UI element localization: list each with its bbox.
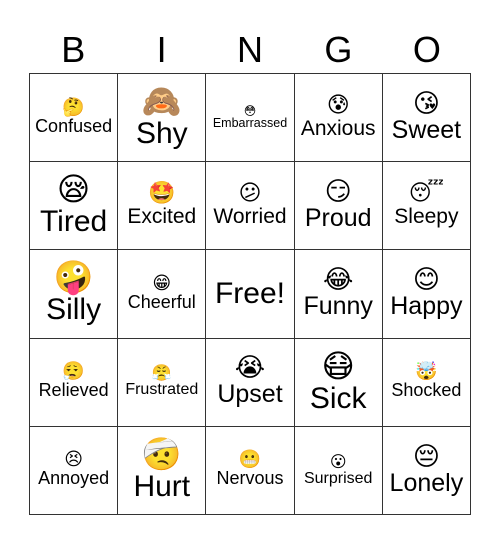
bingo-cell-cheerful[interactable]: 😁 Cheerful [118,250,207,339]
medical-mask-face-icon: 😷 [321,346,355,385]
bingo-cell-tired[interactable]: 😪 Tired [30,162,119,251]
zany-face-icon: 🤪 [53,258,94,297]
bingo-cell-surprised[interactable]: 😮 Surprised [294,426,383,515]
bingo-cell-free[interactable]: Free! [206,250,295,339]
thinking-face-icon: 🤔 [62,96,85,118]
bingo-cell-excited[interactable]: 🤩 Excited [118,162,207,251]
kissing-face-icon: 😘 [412,88,440,119]
bingo-cell-relieved[interactable]: 😮‍💨 Relieved [30,338,119,427]
cell-label: Shocked [391,380,462,401]
header-letter-o: O [412,29,441,70]
cell-label: Lonely [389,468,464,497]
bingo-cell-frustrated[interactable]: 😤 Frustrated [118,338,207,427]
cell-label: Free! [214,277,285,311]
anxious-sweat-face-icon: 😰 [326,93,350,119]
bingo-header: B I N G O [29,28,471,72]
cell-label: Funny [303,292,373,321]
bingo-cell-upset[interactable]: 😭 Upset [206,338,295,427]
cell-label: Upset [217,380,283,409]
bingo-cell-funny[interactable]: 😂 Funny [294,250,383,339]
star-struck-face-icon: 🤩 [148,181,176,207]
confused-face-icon: 😕 [238,181,262,207]
grimacing-face-icon: 😬 [238,449,262,471]
cell-label: Nervous [216,468,284,489]
cell-label: Cheerful [127,292,196,313]
cell-label: Anxious [300,117,376,141]
open-mouth-face-icon: 😮 [329,451,347,471]
cell-label: Embarrassed [212,115,288,130]
bingo-cell-proud[interactable]: 😏 Proud [294,162,383,251]
bingo-cell-worried[interactable]: 😕 Worried [206,162,295,251]
bingo-grid: 🤔 Confused 🙈 Shy 😳 Embarrassed 😰 Anxious 😘 Sweet 😪… [29,73,471,515]
cell-label: Silly [46,293,102,327]
cell-label: Relieved [38,380,109,401]
bingo-cell-sleepy[interactable]: 😴 Sleepy [382,162,471,251]
flushed-face-icon: 😳 [243,103,257,118]
cell-label: Sleepy [394,205,459,229]
bingo-cell-nervous[interactable]: 😬 Nervous [206,426,295,515]
bingo-cell-shy[interactable]: 🙈 Shy [118,74,207,163]
smirking-face-icon: 😏 [324,177,352,208]
header-letter-g: G [324,29,353,70]
sleepy-snot-face-icon: 😪 [56,170,91,209]
exploding-head-icon: 🤯 [415,361,438,383]
pensive-face-icon: 😔 [412,441,440,472]
cell-label: Worried [213,205,287,229]
cell-label: Frustrated [125,381,199,399]
loudly-crying-face-icon: 😭 [234,353,266,384]
bingo-cell-anxious[interactable]: 😰 Anxious [294,74,383,163]
header-letter-b: B [61,29,86,70]
head-bandage-face-icon: 🤕 [141,434,182,473]
bingo-cell-embarrassed[interactable]: 😳 Embarrassed [206,74,295,163]
bingo-cell-hurt[interactable]: 🤕 Hurt [118,426,207,515]
cell-label: Annoyed [38,468,110,489]
bingo-cell-sick[interactable]: 😷 Sick [294,338,383,427]
cell-label: Hurt [133,469,191,503]
bingo-cell-happy[interactable]: 😊 Happy [382,250,471,339]
header-letter-i: I [156,29,167,70]
tears-of-joy-face-icon: 😂 [323,265,354,296]
steam-from-nose-face-icon: 😤 [151,363,172,383]
beaming-face-icon: 😁 [152,273,172,295]
cell-label: Sick [309,381,367,415]
bingo-cell-silly[interactable]: 🤪 Silly [30,250,119,339]
cell-label: Proud [304,204,372,233]
bingo-cell-shocked[interactable]: 🤯 Shocked [382,338,471,427]
persevering-face-icon: 😣 [64,449,83,471]
face-covering-eyes-icon: 🙈 [141,82,182,121]
cell-label: Shy [135,117,188,151]
cell-label: Excited [127,205,197,229]
bingo-cell-annoyed[interactable]: 😣 Annoyed [30,426,119,515]
bingo-cell-lonely[interactable]: 😔 Lonely [382,426,471,515]
bingo-cell-sweet[interactable]: 😘 Sweet [382,74,471,163]
smiling-face-icon: 😊 [412,265,440,296]
cell-label: Tired [39,205,108,239]
cell-label: Happy [390,292,463,321]
bingo-cell-confused[interactable]: 🤔 Confused [30,74,119,163]
cell-label: Sweet [391,115,462,144]
cell-label: Surprised [303,469,373,487]
cell-label: Confused [35,115,113,136]
exhaling-face-icon: 😮‍💨 [62,361,85,383]
sleeping-face-icon: 😴 [408,181,445,207]
header-letter-n: N [237,29,264,70]
